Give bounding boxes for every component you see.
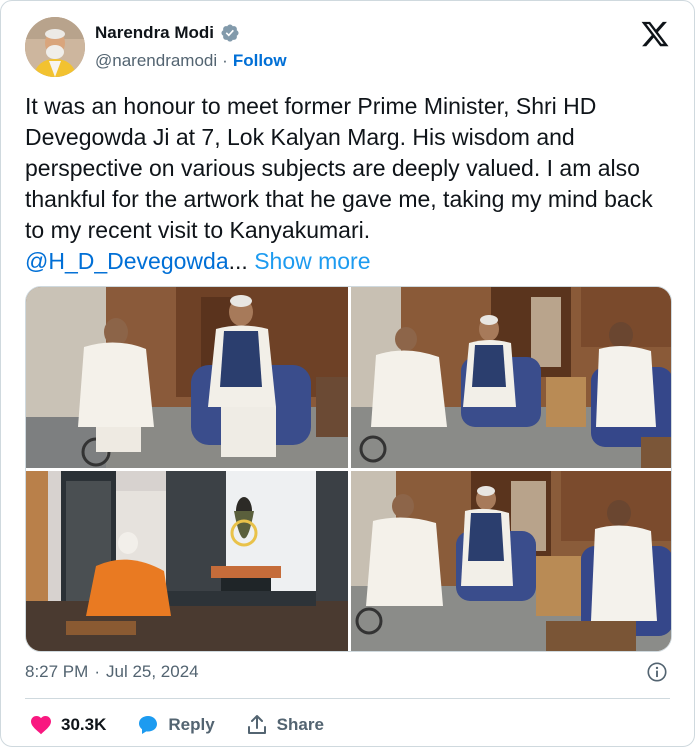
like-button[interactable]: 30.3K	[29, 713, 106, 737]
tweet-time[interactable]: 8:27 PM	[25, 662, 88, 682]
info-icon[interactable]	[646, 661, 668, 683]
separator-dot: ·	[222, 51, 228, 70]
tweet-body: It was an honour to meet former Prime Mi…	[25, 93, 653, 243]
photo-two-leaders-seated[interactable]	[26, 287, 348, 468]
verified-badge-icon	[220, 23, 240, 43]
photo-three-leaders-wide[interactable]	[351, 471, 671, 651]
handle[interactable]: @narendramodi	[95, 51, 217, 71]
separator-dot: ·	[94, 662, 100, 681]
photo-three-leaders-seated[interactable]	[351, 287, 671, 468]
tweet-card: Narendra Modi @narendramodi · Follow It …	[0, 0, 695, 747]
tweet-header: Narendra Modi @narendramodi · Follow	[25, 15, 670, 77]
name-row: Narendra Modi	[95, 23, 240, 43]
follow-button[interactable]: Follow	[233, 51, 287, 71]
media-grid	[25, 286, 672, 652]
show-more-link[interactable]: Show more	[254, 248, 370, 274]
x-logo-icon[interactable]	[640, 19, 670, 49]
action-bar: 30.3K Reply Share	[29, 711, 354, 739]
mention-link[interactable]: @H_D_Devegowda	[25, 248, 229, 274]
display-name[interactable]: Narendra Modi	[95, 23, 214, 43]
divider	[25, 698, 670, 699]
like-count: 30.3K	[61, 715, 107, 734]
share-label: Share	[276, 715, 324, 734]
avatar[interactable]	[25, 17, 85, 77]
ellipsis: ...	[228, 248, 248, 274]
share-button[interactable]: Share	[245, 713, 324, 737]
tweet-text: It was an honour to meet former Prime Mi…	[25, 91, 665, 277]
handle-row: @narendramodi · Follow	[95, 51, 287, 71]
tweet-date[interactable]: Jul 25, 2024	[106, 662, 199, 682]
tweet-meta: 8:27 PM · Jul 25, 2024	[25, 662, 199, 682]
photo-artwork-kanyakumari-meditation[interactable]	[26, 471, 348, 651]
heart-icon	[29, 713, 53, 737]
reply-button[interactable]: Reply	[136, 713, 215, 737]
share-upload-icon	[245, 713, 269, 737]
reply-label: Reply	[168, 715, 215, 734]
reply-bubble-icon	[136, 713, 160, 737]
